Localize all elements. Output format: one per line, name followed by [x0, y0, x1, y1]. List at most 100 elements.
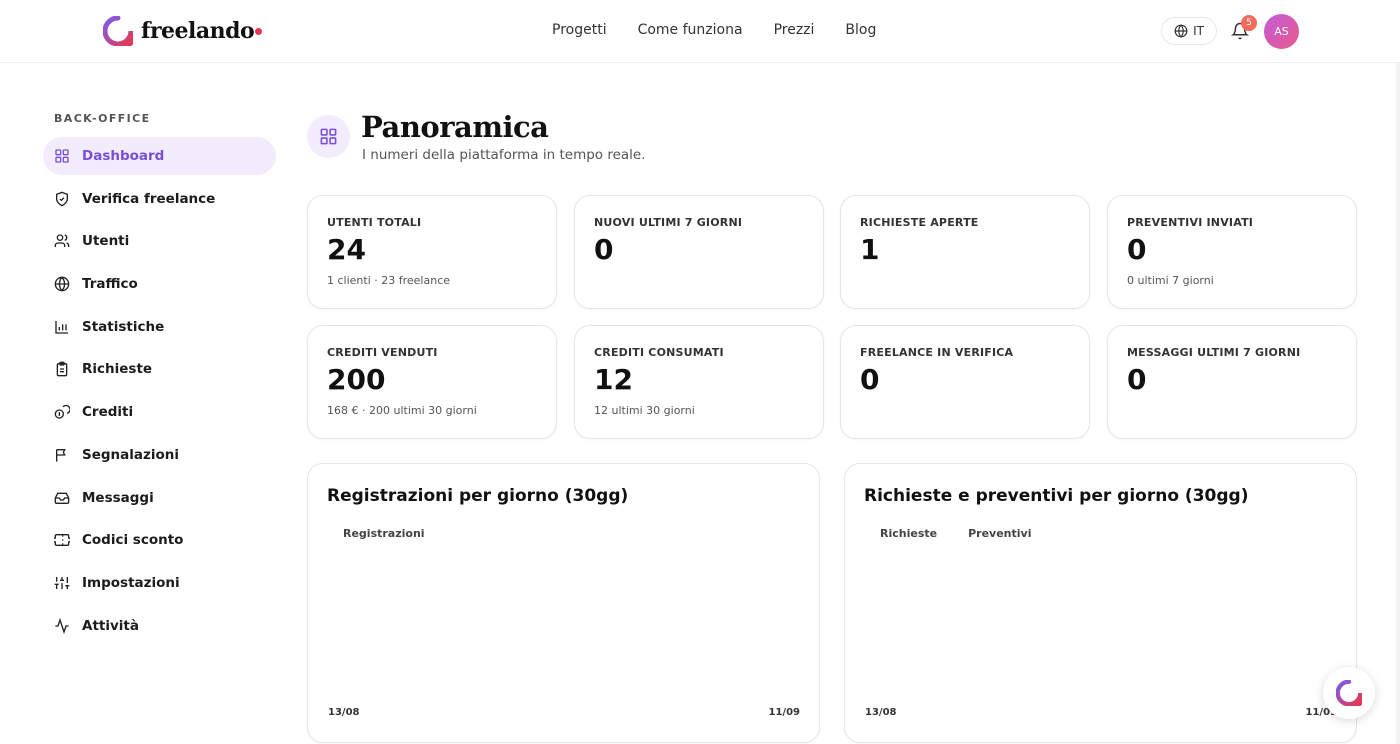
stat-sub: 168 € · 200 ultimi 30 giorni: [327, 403, 477, 417]
nav-progetti[interactable]: Progetti: [552, 22, 607, 38]
sidebar-item-verifica-freelance[interactable]: Verifica freelance: [43, 180, 276, 218]
x-axis-start-label: 13/08: [865, 707, 897, 718]
stat-sub: 12 ultimi 30 giorni: [594, 403, 695, 417]
stat-card-messaggi-ultimi-7-giorni: MESSAGGI ULTIMI 7 GIORNI 0: [1107, 325, 1357, 439]
nav-prezzi[interactable]: Prezzi: [774, 22, 815, 38]
sidebar-item-dashboard[interactable]: Dashboard: [43, 137, 276, 175]
sidebar-item-label: Messaggi: [82, 489, 154, 506]
bar-chart-icon: [55, 320, 68, 334]
chart-card-richieste-preventivi: Richieste e preventivi per giorno (30gg)…: [844, 463, 1357, 743]
activity-icon: [55, 617, 69, 634]
stat-label: PREVENTIVI INVIATI: [1127, 216, 1254, 229]
legend-item-preventivi[interactable]: Preventivi: [968, 527, 1031, 540]
stat-value: 0: [1127, 233, 1147, 266]
page-title: Panoramica: [361, 110, 549, 144]
page-subtitle: I numeri della piattaforma in tempo real…: [362, 147, 646, 163]
nav-blog[interactable]: Blog: [845, 22, 876, 38]
sidebar-item-codici-sconto[interactable]: Codici sconto: [43, 521, 276, 559]
main-nav: Progetti Come funziona Prezzi Blog: [552, 22, 876, 38]
stat-card-nuovi-ultimi-7-giorni: NUOVI ULTIMI 7 GIORNI 0: [574, 195, 824, 309]
coins-icon: [54, 404, 70, 419]
stat-value: 12: [594, 363, 633, 396]
stat-value: 24: [327, 233, 366, 266]
stat-value: 1: [860, 233, 880, 266]
page-header-icon: [307, 115, 350, 158]
chat-logo-icon: [1336, 680, 1362, 706]
stat-card-preventivi-inviati: PREVENTIVI INVIATI 0 0 ultimi 7 giorni: [1107, 195, 1357, 309]
sidebar-item-statistiche[interactable]: Statistiche: [43, 308, 276, 346]
sidebar-item-messaggi[interactable]: Messaggi: [43, 479, 276, 517]
stat-label: MESSAGGI ULTIMI 7 GIORNI: [1127, 346, 1301, 359]
sidebar-item-impostazioni[interactable]: Impostazioni: [43, 564, 276, 602]
stat-value: 0: [860, 363, 880, 396]
sidebar-item-richieste[interactable]: Richieste: [43, 350, 276, 388]
flag-icon: [56, 448, 66, 462]
users-icon: [54, 234, 70, 248]
sidebar-item-segnalazioni[interactable]: Segnalazioni: [43, 436, 276, 474]
stat-label: CREDITI VENDUTI: [327, 346, 438, 359]
sidebar-item-traffico[interactable]: Traffico: [43, 265, 276, 303]
sidebar-item-label: Codici sconto: [82, 532, 184, 549]
sidebar: Dashboard Verifica freelance Utenti Traf…: [43, 137, 276, 649]
stat-card-utenti-totali: UTENTI TOTALI 24 1 clienti · 23 freelanc…: [307, 195, 557, 309]
stat-label: NUOVI ULTIMI 7 GIORNI: [594, 216, 743, 229]
stat-sub: 0 ultimi 7 giorni: [1127, 273, 1214, 287]
stat-value: 200: [327, 363, 386, 396]
grid-icon: [55, 149, 69, 163]
freelando-logo-icon: [103, 16, 133, 46]
globe-icon: [1174, 24, 1188, 38]
grid-icon: [320, 128, 337, 145]
stat-card-crediti-consumati: CREDITI CONSUMATI 12 12 ultimi 30 giorni: [574, 325, 824, 439]
shield-icon: [56, 191, 68, 207]
sidebar-item-crediti[interactable]: Crediti: [43, 393, 276, 431]
x-axis-start-label: 13/08: [328, 707, 360, 718]
ticket-icon: [54, 534, 70, 547]
top-navbar: freelando Progetti Come funziona Prezzi …: [0, 0, 1400, 63]
stat-value: 0: [594, 233, 614, 266]
sidebar-section-title: BACK-OFFICE: [54, 112, 151, 125]
user-avatar[interactable]: AS: [1264, 14, 1299, 49]
stat-card-freelance-in-verifica: FREELANCE IN VERIFICA 0: [840, 325, 1090, 439]
chart-legend: Richieste Preventivi: [880, 527, 1031, 540]
inbox-icon: [54, 492, 70, 504]
sidebar-item-label: Traffico: [82, 276, 138, 293]
sidebar-item-attivita[interactable]: Attività: [43, 607, 276, 645]
sidebar-item-label: Segnalazioni: [82, 446, 179, 463]
sidebar-item-label: Attività: [82, 617, 139, 634]
sidebar-item-label: Dashboard: [82, 148, 165, 164]
sidebar-item-utenti[interactable]: Utenti: [43, 222, 276, 260]
legend-item-richieste[interactable]: Richieste: [880, 527, 937, 540]
chart-card-registrazioni: Registrazioni per giorno (30gg) Registra…: [307, 463, 820, 743]
logo-dot-icon: [255, 27, 263, 35]
sidebar-item-label: Statistiche: [82, 318, 165, 335]
nav-come-funziona[interactable]: Come funziona: [638, 22, 743, 38]
sidebar-item-label: Richieste: [82, 361, 153, 378]
stat-card-richieste-aperte: RICHIESTE APERTE 1: [840, 195, 1090, 309]
stat-label: CREDITI CONSUMATI: [594, 346, 724, 359]
stat-card-crediti-venduti: CREDITI VENDUTI 200 168 € · 200 ultimi 3…: [307, 325, 557, 439]
stat-value: 0: [1127, 363, 1147, 396]
notification-badge: 5: [1241, 15, 1257, 31]
stat-label: FREELANCE IN VERIFICA: [860, 346, 1014, 359]
clipboard-icon: [56, 362, 68, 377]
legend-item-registrazioni[interactable]: Registrazioni: [343, 527, 425, 540]
sidebar-item-label: Utenti: [82, 233, 130, 250]
chart-title: Registrazioni per giorno (30gg): [327, 486, 629, 506]
brand-name: freelando: [141, 18, 255, 44]
sidebar-item-label: Crediti: [82, 404, 134, 421]
chart-title: Richieste e preventivi per giorno (30gg): [864, 486, 1249, 506]
brand-logo[interactable]: freelando: [103, 16, 263, 46]
globe-icon: [54, 276, 70, 292]
stat-label: UTENTI TOTALI: [327, 216, 422, 229]
chart-legend: Registrazioni: [343, 527, 425, 540]
x-axis-end-label: 11/09: [768, 707, 800, 718]
scrollbar[interactable]: [1396, 63, 1400, 744]
language-selector[interactable]: IT: [1161, 17, 1217, 45]
stat-label: RICHIESTE APERTE: [860, 216, 979, 229]
sidebar-item-label: Impostazioni: [82, 574, 180, 591]
sliders-icon: [54, 576, 70, 589]
stat-sub: 1 clienti · 23 freelance: [327, 273, 451, 287]
sidebar-item-label: Verifica freelance: [82, 190, 216, 207]
chat-button[interactable]: [1323, 667, 1375, 719]
language-code: IT: [1193, 24, 1204, 38]
